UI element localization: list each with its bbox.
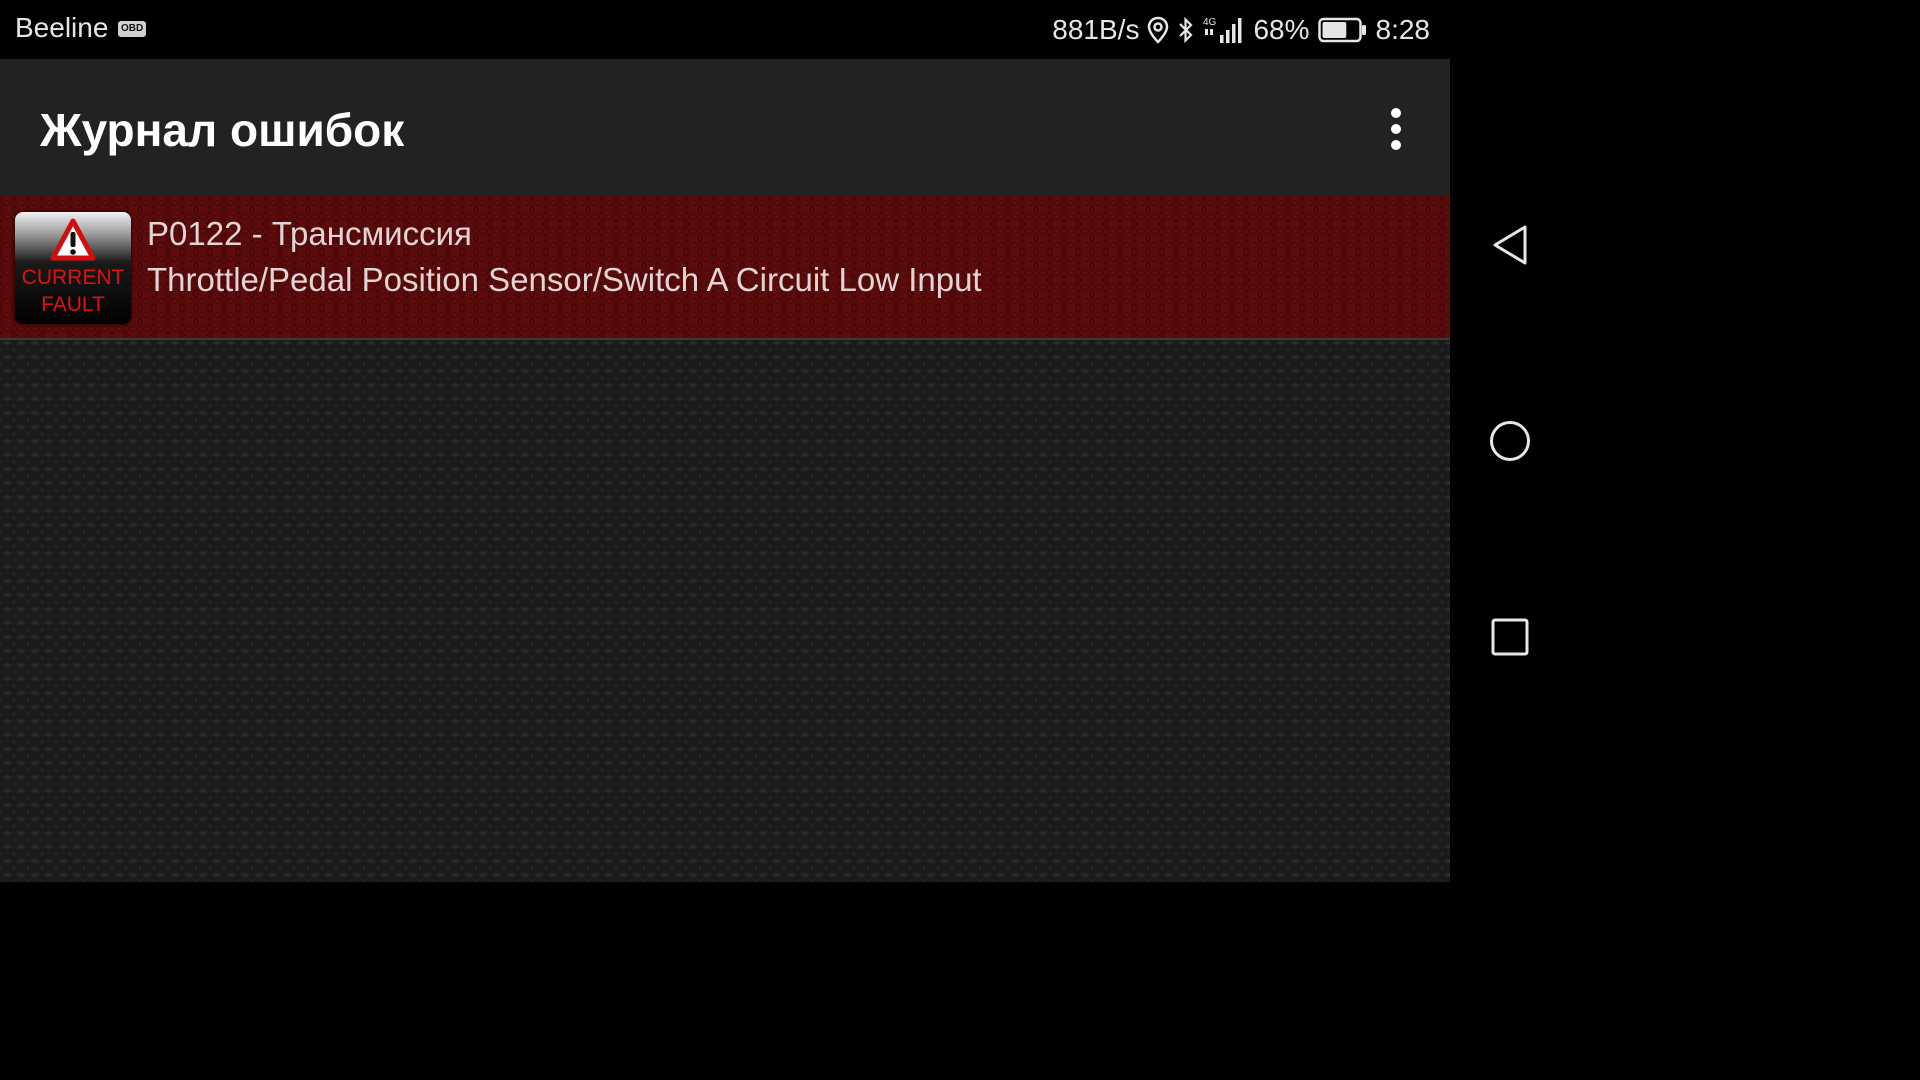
battery-icon [1317, 17, 1368, 43]
home-icon[interactable] [1489, 420, 1531, 462]
app-bar: Журнал ошибок [0, 59, 1450, 196]
fault-code: P0122 - Трансмиссия [147, 215, 472, 252]
menu-dot [1391, 124, 1401, 134]
recents-icon[interactable] [1489, 616, 1531, 658]
status-bar: Beeline OBD 881B/s 4G 68% 8:28 [0, 0, 1450, 59]
fault-list-item[interactable]: CURRENT FAULT P0122 - Трансмиссия Thrott… [0, 196, 1450, 340]
fault-description: Throttle/Pedal Position Sensor/Switch A … [147, 261, 982, 298]
battery-percent: 68% [1253, 14, 1310, 45]
location-icon [1147, 16, 1169, 44]
carrier-name: Beeline [15, 12, 109, 43]
navigation-bar [1450, 0, 1568, 882]
more-vert-icon[interactable] [1378, 104, 1414, 154]
menu-dot [1391, 140, 1401, 150]
back-icon[interactable] [1489, 224, 1531, 266]
obd-notification-icon: OBD [118, 21, 147, 37]
network-speed: 881B/s [1052, 14, 1140, 45]
fault-list: CURRENT FAULT P0122 - Трансмиссия Thrott… [0, 196, 1450, 882]
bluetooth-icon [1177, 16, 1195, 44]
signal-icon: 4G [1203, 15, 1245, 45]
fault-icon-label-fault: FAULT [41, 293, 105, 316]
status-icons: 881B/s 4G 68% 8:28 [1052, 12, 1430, 48]
warning-icon: CURRENT FAULT [15, 212, 131, 324]
fault-icon-label-current: CURRENT [21, 266, 125, 289]
clock: 8:28 [1375, 14, 1431, 45]
menu-dot [1391, 108, 1401, 118]
screen: Beeline OBD 881B/s 4G 68% 8:28 Журнал ош… [0, 0, 1568, 882]
page-title: Журнал ошибок [40, 104, 405, 156]
network-type-label: 4G [1203, 17, 1217, 28]
